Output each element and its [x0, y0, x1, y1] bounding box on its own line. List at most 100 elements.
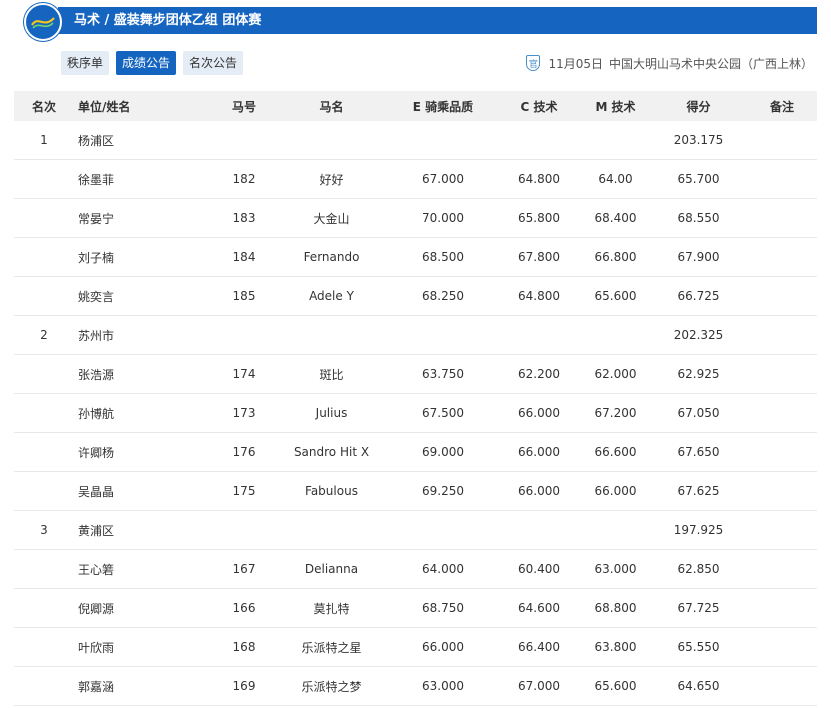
m-score: 66.800 [581, 237, 650, 277]
team-rank: 2 [14, 315, 74, 355]
team-name: 黄浦区 [74, 510, 214, 550]
horse-number: 169 [214, 666, 274, 706]
rider-remarks [747, 393, 817, 433]
rider-score: 62.850 [650, 549, 747, 589]
c-score: 64.800 [497, 159, 581, 199]
team-row: 2 苏州市 202.325 [14, 315, 817, 355]
rider-remarks [747, 432, 817, 472]
e-score: 66.000 [389, 627, 497, 667]
tab-rankings[interactable]: 名次公告 [183, 51, 244, 75]
col-header-score: 得分 [650, 91, 747, 121]
logo-icon [24, 3, 62, 41]
m-score: 64.00 [581, 159, 650, 199]
rider-remarks [747, 159, 817, 199]
team-name: 苏州市 [74, 315, 214, 355]
logo-swoosh-icon [31, 17, 55, 29]
team-remarks [747, 510, 817, 550]
rider-remarks [747, 666, 817, 706]
team-score: 203.175 [650, 121, 747, 160]
tab-results[interactable]: 成绩公告 [116, 51, 177, 75]
m-score: 68.400 [581, 198, 650, 238]
official-badge-icon: 官 [526, 55, 541, 71]
c-score: 60.400 [497, 549, 581, 589]
horse-name: Fabulous [274, 471, 389, 511]
c-score: 66.400 [497, 627, 581, 667]
rider-name: 孙博航 [74, 393, 214, 433]
rider-remarks [747, 237, 817, 277]
rider-name: 倪卿源 [74, 588, 214, 628]
horse-number: 183 [214, 198, 274, 238]
e-score: 69.000 [389, 432, 497, 472]
m-score: 63.800 [581, 627, 650, 667]
table-header-row: 名次 单位/姓名 马号 马名 E 骑乘品质 C 技术 M 技术 得分 备注 [14, 91, 817, 121]
rider-row: 孙博航 173 Julius 67.500 66.000 67.200 67.050 [14, 393, 817, 433]
tab-start-list[interactable]: 秩序单 [61, 51, 110, 75]
rider-score: 66.725 [650, 276, 747, 316]
horse-number: 184 [214, 237, 274, 277]
horse-name: Julius [274, 393, 389, 433]
e-score: 69.250 [389, 471, 497, 511]
rider-row: 常晏宁 183 大金山 70.000 65.800 68.400 68.550 [14, 198, 817, 238]
rider-row: 徐墨菲 182 好好 67.000 64.800 64.00 65.700 [14, 159, 817, 199]
rider-score: 68.550 [650, 198, 747, 238]
rider-remarks [747, 549, 817, 589]
m-score: 63.000 [581, 549, 650, 589]
event-date: 11月05日 [548, 56, 603, 71]
rider-remarks [747, 471, 817, 511]
team-name: 杨浦区 [74, 121, 214, 160]
horse-number: 182 [214, 159, 274, 199]
col-header-rank: 名次 [14, 91, 74, 121]
m-score: 67.200 [581, 393, 650, 433]
col-header-name: 单位/姓名 [74, 91, 214, 121]
horse-name: Sandro Hit X [274, 432, 389, 472]
rider-remarks [747, 627, 817, 667]
rider-row: 郭嘉涵 169 乐派特之梦 63.000 67.000 65.600 64.650 [14, 666, 817, 706]
team-remarks [747, 121, 817, 160]
team-score: 202.325 [650, 315, 747, 355]
rider-score: 62.925 [650, 354, 747, 394]
horse-number: 174 [214, 354, 274, 394]
horse-number: 176 [214, 432, 274, 472]
horse-name: 好好 [274, 159, 389, 199]
results-table: 名次 单位/姓名 马号 马名 E 骑乘品质 C 技术 M 技术 得分 备注 1杨… [14, 91, 817, 706]
rider-name: 叶欣雨 [74, 627, 214, 667]
rider-row: 许卿杨 176 Sandro Hit X 69.000 66.000 66.600 67.6… [14, 432, 817, 472]
rider-score: 65.700 [650, 159, 747, 199]
rider-score: 67.650 [650, 432, 747, 472]
rider-row: 吴晶晶 175 Fabulous 69.250 66.000 66.000 67.625 [14, 471, 817, 511]
rider-name: 常晏宁 [74, 198, 214, 238]
rider-score: 67.900 [650, 237, 747, 277]
horse-name: Fernando [274, 237, 389, 277]
e-score: 68.250 [389, 276, 497, 316]
col-header-e-quality: E 骑乘品质 [389, 91, 497, 121]
c-score: 64.800 [497, 276, 581, 316]
horse-name: 斑比 [274, 354, 389, 394]
team-rank: 3 [14, 510, 74, 550]
horse-name: 大金山 [274, 198, 389, 238]
rider-row: 倪卿源 166 莫扎特 68.750 64.600 68.800 67.725 [14, 588, 817, 628]
horse-number: 166 [214, 588, 274, 628]
e-score: 63.750 [389, 354, 497, 394]
rider-score: 67.625 [650, 471, 747, 511]
col-header-remarks: 备注 [747, 91, 817, 121]
rider-name: 刘子楠 [74, 237, 214, 277]
c-score: 66.000 [497, 432, 581, 472]
e-score: 70.000 [389, 198, 497, 238]
rider-score: 67.725 [650, 588, 747, 628]
rider-row: 姚奕言 185 Adele Y 68.250 64.800 65.600 66.725 [14, 276, 817, 316]
horse-number: 173 [214, 393, 274, 433]
c-score: 67.800 [497, 237, 581, 277]
horse-number: 185 [214, 276, 274, 316]
e-score: 67.000 [389, 159, 497, 199]
e-score: 68.750 [389, 588, 497, 628]
rider-row: 叶欣雨 168 乐派特之星 66.000 66.400 63.800 65.550 [14, 627, 817, 667]
m-score: 66.600 [581, 432, 650, 472]
col-header-m-technique: M 技术 [581, 91, 650, 121]
rider-row: 王心箬 167 Delianna 64.000 60.400 63.000 62.850 [14, 549, 817, 589]
horse-name: 莫扎特 [274, 588, 389, 628]
header-title-bar: 马术 / 盛装舞步团体乙组 团体赛 [58, 7, 817, 34]
horse-name: 乐派特之梦 [274, 666, 389, 706]
m-score: 68.800 [581, 588, 650, 628]
horse-name: Delianna [274, 549, 389, 589]
m-score: 62.000 [581, 354, 650, 394]
